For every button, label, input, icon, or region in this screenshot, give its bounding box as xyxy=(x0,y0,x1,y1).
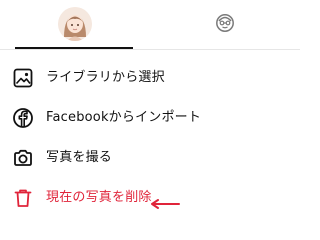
avatar-placeholder-icon xyxy=(215,13,235,37)
tab-divider xyxy=(0,49,300,50)
facebook-icon xyxy=(12,107,34,129)
menu-item-remove-current-photo[interactable]: 現在の写真を削除 xyxy=(0,178,300,218)
menu-item-label: 現在の写真を削除 xyxy=(46,190,152,205)
camera-icon xyxy=(12,147,34,169)
tab-avatar-placeholder[interactable] xyxy=(150,0,300,50)
tab-bar xyxy=(0,0,300,50)
menu-item-select-from-library[interactable]: ライブラリから選択 xyxy=(0,58,300,98)
menu-item-label: ライブラリから選択 xyxy=(46,70,165,85)
tab-profile-avatar[interactable] xyxy=(0,0,150,50)
arrow-left-icon xyxy=(150,194,180,209)
menu-item-label: 写真を撮る xyxy=(46,150,113,165)
menu-item-label: Facebookからインポート xyxy=(46,110,202,125)
trash-icon xyxy=(12,187,34,209)
profile-avatar-icon xyxy=(58,7,92,41)
image-icon xyxy=(12,67,34,89)
menu-item-import-from-facebook[interactable]: Facebookからインポート xyxy=(0,98,300,138)
photo-options-menu: ライブラリから選択 Facebookからインポート 写真を撮る 現在の写真を削除 xyxy=(0,58,300,218)
menu-item-take-photo[interactable]: 写真を撮る xyxy=(0,138,300,178)
